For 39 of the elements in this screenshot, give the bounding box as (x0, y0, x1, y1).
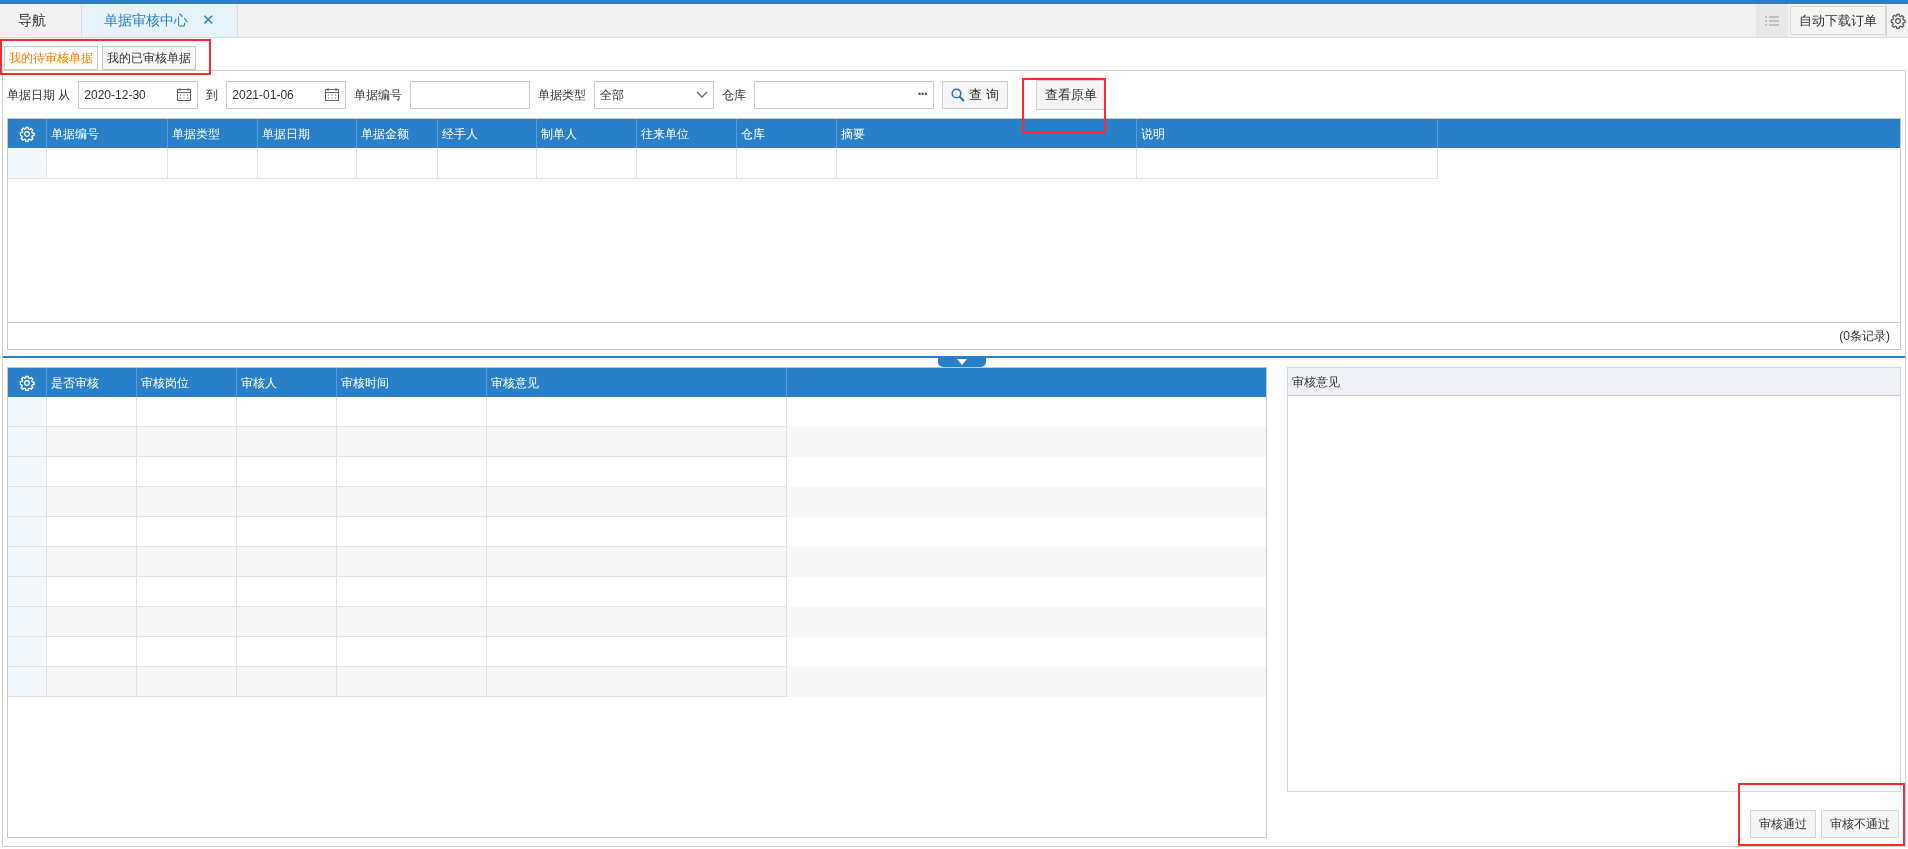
type-dropdown[interactable]: 全部 (594, 80, 715, 109)
column-header[interactable]: 单据金额 (357, 119, 438, 149)
calendar-icon[interactable] (324, 87, 341, 102)
column-header[interactable]: 摘要 (837, 119, 1137, 149)
input-field[interactable] (410, 80, 531, 109)
field-label: 单据编号 (354, 86, 403, 104)
close-icon[interactable]: ✕ (202, 9, 215, 32)
column-header[interactable]: 制单人 (537, 119, 637, 149)
column-header[interactable]: 仓库 (737, 119, 837, 149)
auto-download-button[interactable]: 自动下载订单 (1790, 6, 1886, 35)
field-label: 单据类型 (538, 86, 587, 104)
panel-title: 审核意见 (1292, 373, 1340, 391)
column-header[interactable]: 往来单位 (637, 119, 737, 149)
column-header[interactable]: 单据日期 (258, 119, 357, 149)
column-header[interactable]: 单据类型 (168, 119, 258, 149)
date-field[interactable]: 2021-01-06 (226, 80, 347, 109)
column-header[interactable]: 单据编号 (47, 119, 168, 149)
view-original-button[interactable]: 查看原单 (1035, 79, 1106, 110)
chevron-down-icon (696, 90, 709, 99)
field-label: 仓库 (722, 86, 747, 104)
query-button[interactable]: 查 询 (942, 80, 1008, 109)
date-field[interactable]: 2020-12-30 (78, 80, 199, 109)
record-count: (0条记录) (1839, 328, 1890, 346)
field-label: 到 (206, 86, 219, 104)
calendar-icon[interactable] (176, 87, 193, 102)
field-label: 单据日期 从 (7, 86, 71, 104)
column-header[interactable]: 经手人 (438, 119, 537, 149)
search-icon (951, 87, 966, 102)
audit-button[interactable]: 审核通过 (1750, 810, 1816, 838)
column-header[interactable]: 说明 (1137, 119, 1438, 149)
tab[interactable]: 单据审核中心 ✕ (82, 4, 238, 37)
comment-box[interactable]: 审核意见 (1287, 367, 1901, 792)
audit-button[interactable]: 审核不通过 (1821, 810, 1899, 838)
more-button[interactable]: ••• (917, 87, 928, 102)
tab[interactable]: 我的已审核单据 (102, 46, 196, 70)
collapse-handle[interactable] (938, 357, 986, 368)
tab[interactable]: 我的待审核单据 (4, 46, 98, 70)
row-header-cell (8, 148, 47, 180)
warehouse-field[interactable]: ••• (754, 80, 935, 109)
